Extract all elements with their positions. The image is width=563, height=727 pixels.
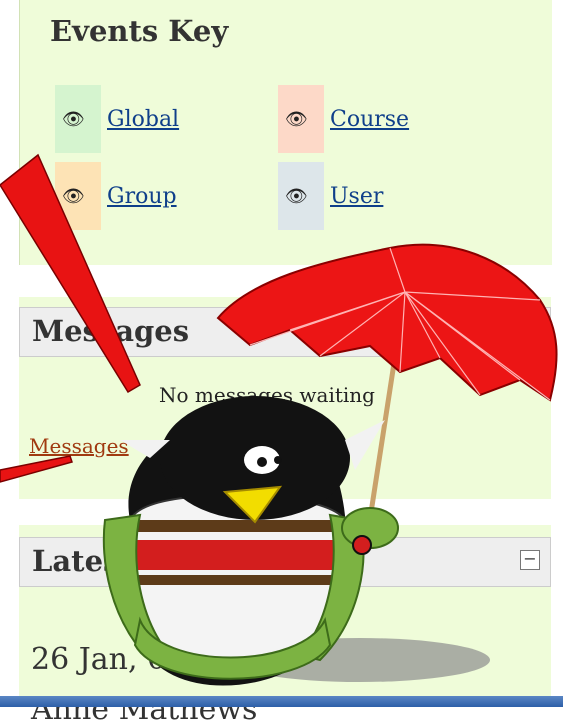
bottom-bar xyxy=(0,696,563,707)
key-item-course: 👁 Course xyxy=(278,85,409,153)
left-margin xyxy=(0,0,14,707)
key-item-user: 👁 User xyxy=(278,162,383,230)
eye-icon[interactable]: 👁 xyxy=(285,188,308,206)
global-link[interactable]: Global xyxy=(107,107,179,132)
eye-icon[interactable]: 👁 xyxy=(285,111,308,129)
collapse-button[interactable]: − xyxy=(520,550,540,570)
eye-icon[interactable]: 👁 xyxy=(62,111,85,129)
key-item-group: 👁 Group xyxy=(55,162,177,230)
key-item-global: 👁 Global xyxy=(55,85,179,153)
messages-header: Messages − xyxy=(19,307,551,357)
messages-link[interactable]: Messages xyxy=(29,434,129,458)
messages-block: Messages − No messages waiting Messages xyxy=(19,297,551,499)
user-link[interactable]: User xyxy=(330,184,383,209)
latest-news-block: Latest News − 26 Jan, 08: Anne Mathews xyxy=(19,525,551,727)
events-key-block: Events Key 👁 Global 👁 Course 👁 Group 👁 U… xyxy=(19,0,552,265)
no-messages-text: No messages waiting xyxy=(159,383,375,407)
messages-title: Messages xyxy=(32,314,190,348)
latest-header: Latest News − xyxy=(19,537,551,587)
events-key-title: Events Key xyxy=(50,14,229,48)
latest-title: Latest News xyxy=(32,544,230,578)
group-link[interactable]: Group xyxy=(107,184,177,209)
news-date: 26 Jan, 08: xyxy=(31,642,196,677)
course-link[interactable]: Course xyxy=(330,107,409,132)
collapse-button[interactable]: − xyxy=(520,320,540,340)
eye-icon[interactable]: 👁 xyxy=(62,188,85,206)
